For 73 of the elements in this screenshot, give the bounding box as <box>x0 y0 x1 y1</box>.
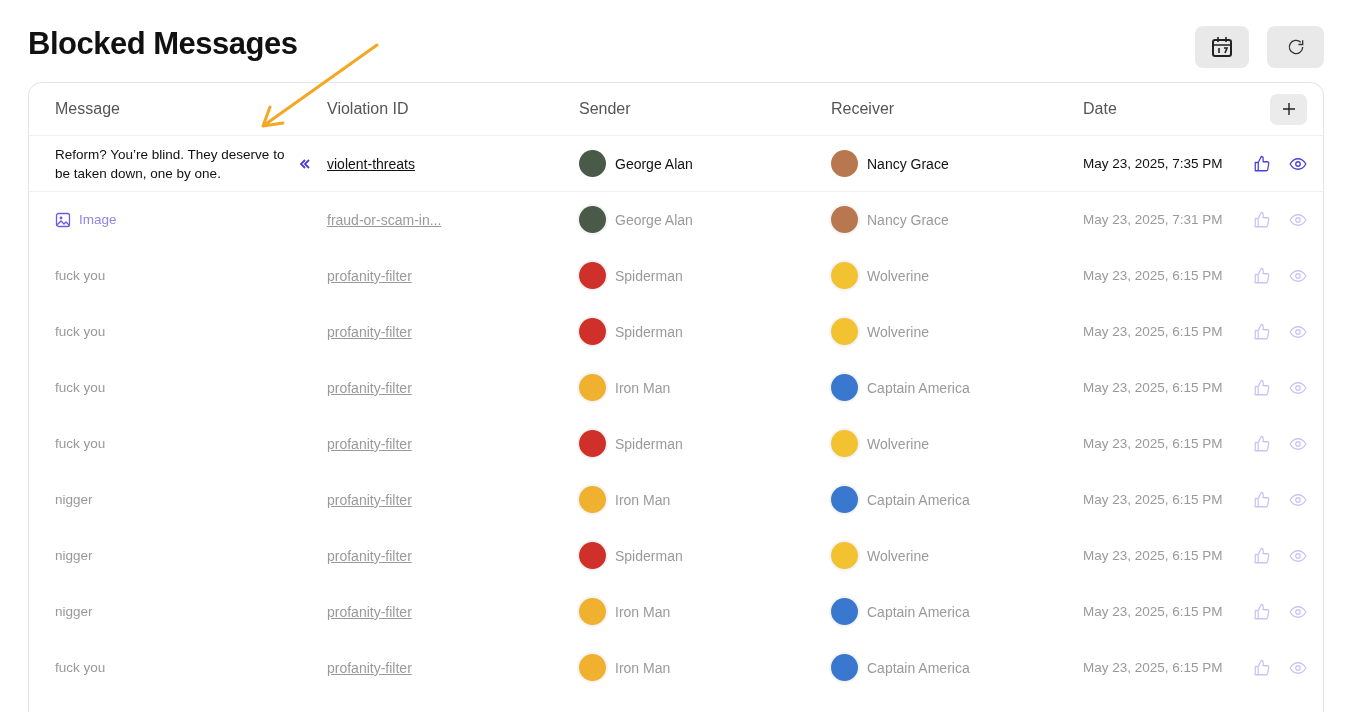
message-text: nigger <box>55 603 94 621</box>
sender-name: George Alan <box>615 155 693 172</box>
receiver-name: Captain America <box>867 659 970 676</box>
message-text: fuck you <box>55 379 107 397</box>
message-text: fuck you <box>55 267 107 285</box>
date-text: May 23, 2025, 7:31 PM <box>1083 212 1223 227</box>
column-header: Date <box>1083 100 1118 118</box>
column-header: Receiver <box>831 100 896 118</box>
date-text: May 23, 2025, 7:35 PM <box>1083 156 1223 171</box>
thumbs-up-icon[interactable] <box>1253 602 1271 621</box>
double-chevron-left-icon[interactable] <box>299 157 311 170</box>
message-text: fuck you <box>55 435 107 453</box>
receiver-name: Nancy Grace <box>867 211 949 228</box>
message-text: Image <box>79 211 118 229</box>
date-text: May 23, 2025, 6:15 PM <box>1083 268 1223 283</box>
violation-link[interactable]: profanity-filter <box>327 323 412 340</box>
plus-icon <box>1281 102 1296 116</box>
thumbs-up-icon[interactable] <box>1253 154 1271 173</box>
date-text: May 23, 2025, 6:15 PM <box>1083 324 1223 339</box>
sender-name: Iron Man <box>615 603 671 620</box>
date-text: May 23, 2025, 6:15 PM <box>1083 660 1223 675</box>
receiver-name: Captain America <box>867 491 970 508</box>
violation-link[interactable]: profanity-filter <box>327 379 412 396</box>
thumbs-up-icon[interactable] <box>1253 546 1271 565</box>
calendar-button[interactable] <box>1195 26 1249 68</box>
image-icon <box>55 211 71 228</box>
sender-name: Spiderman <box>615 547 683 564</box>
violation-link[interactable]: profanity-filter <box>327 267 412 284</box>
column-header: Message <box>55 100 121 118</box>
column-header: Sender <box>579 100 632 118</box>
sender-name: Spiderman <box>615 267 683 284</box>
message-text: fuck you <box>55 323 107 341</box>
thumbs-up-icon[interactable] <box>1253 490 1271 509</box>
add-button[interactable] <box>1270 93 1307 125</box>
violation-link[interactable]: profanity-filter <box>327 491 412 508</box>
thumbs-up-icon[interactable] <box>1253 434 1271 453</box>
violation-link[interactable]: profanity-filter <box>327 435 412 452</box>
sender-name: Spiderman <box>615 323 683 340</box>
date-text: May 23, 2025, 6:15 PM <box>1083 492 1223 507</box>
thumbs-up-icon[interactable] <box>1253 210 1271 229</box>
violation-link[interactable]: fraud-or-scam-in... <box>327 211 442 228</box>
violation-link[interactable]: profanity-filter <box>327 659 412 676</box>
refresh-button[interactable] <box>1267 26 1324 68</box>
violation-link[interactable]: profanity-filter <box>327 547 412 564</box>
message-text: fuck you <box>55 659 107 677</box>
thumbs-up-icon[interactable] <box>1253 322 1271 341</box>
page-title: Blocked Messages <box>28 26 298 62</box>
receiver-name: Nancy Grace <box>867 155 949 172</box>
date-text: May 23, 2025, 6:15 PM <box>1083 436 1223 451</box>
sender-name: Iron Man <box>615 491 671 508</box>
date-text: May 23, 2025, 6:15 PM <box>1083 604 1223 619</box>
message-text: Reform? You’re blind. They deserve to be taken down, one by one. <box>55 145 286 183</box>
date-text: May 23, 2025, 6:15 PM <box>1083 548 1223 563</box>
receiver-name: Wolverine <box>867 547 929 564</box>
thumbs-up-icon[interactable] <box>1253 266 1271 285</box>
sender-name: George Alan <box>615 211 693 228</box>
column-header: Violation ID <box>327 100 410 118</box>
date-text: May 23, 2025, 6:15 PM <box>1083 380 1223 395</box>
sender-name: Spiderman <box>615 435 683 452</box>
violation-link[interactable]: violent-threats <box>327 155 415 172</box>
message-text: nigger <box>55 491 94 509</box>
thumbs-up-icon[interactable] <box>1253 658 1271 677</box>
receiver-name: Wolverine <box>867 435 929 452</box>
receiver-name: Wolverine <box>867 323 929 340</box>
thumbs-up-icon[interactable] <box>1253 378 1271 397</box>
receiver-name: Captain America <box>867 603 970 620</box>
sender-name: Iron Man <box>615 379 671 396</box>
calendar-icon <box>1210 35 1234 59</box>
receiver-name: Captain America <box>867 379 970 396</box>
message-text: nigger <box>55 547 94 565</box>
violation-link[interactable]: profanity-filter <box>327 603 412 620</box>
sender-name: Iron Man <box>615 659 671 676</box>
receiver-name: Wolverine <box>867 267 929 284</box>
